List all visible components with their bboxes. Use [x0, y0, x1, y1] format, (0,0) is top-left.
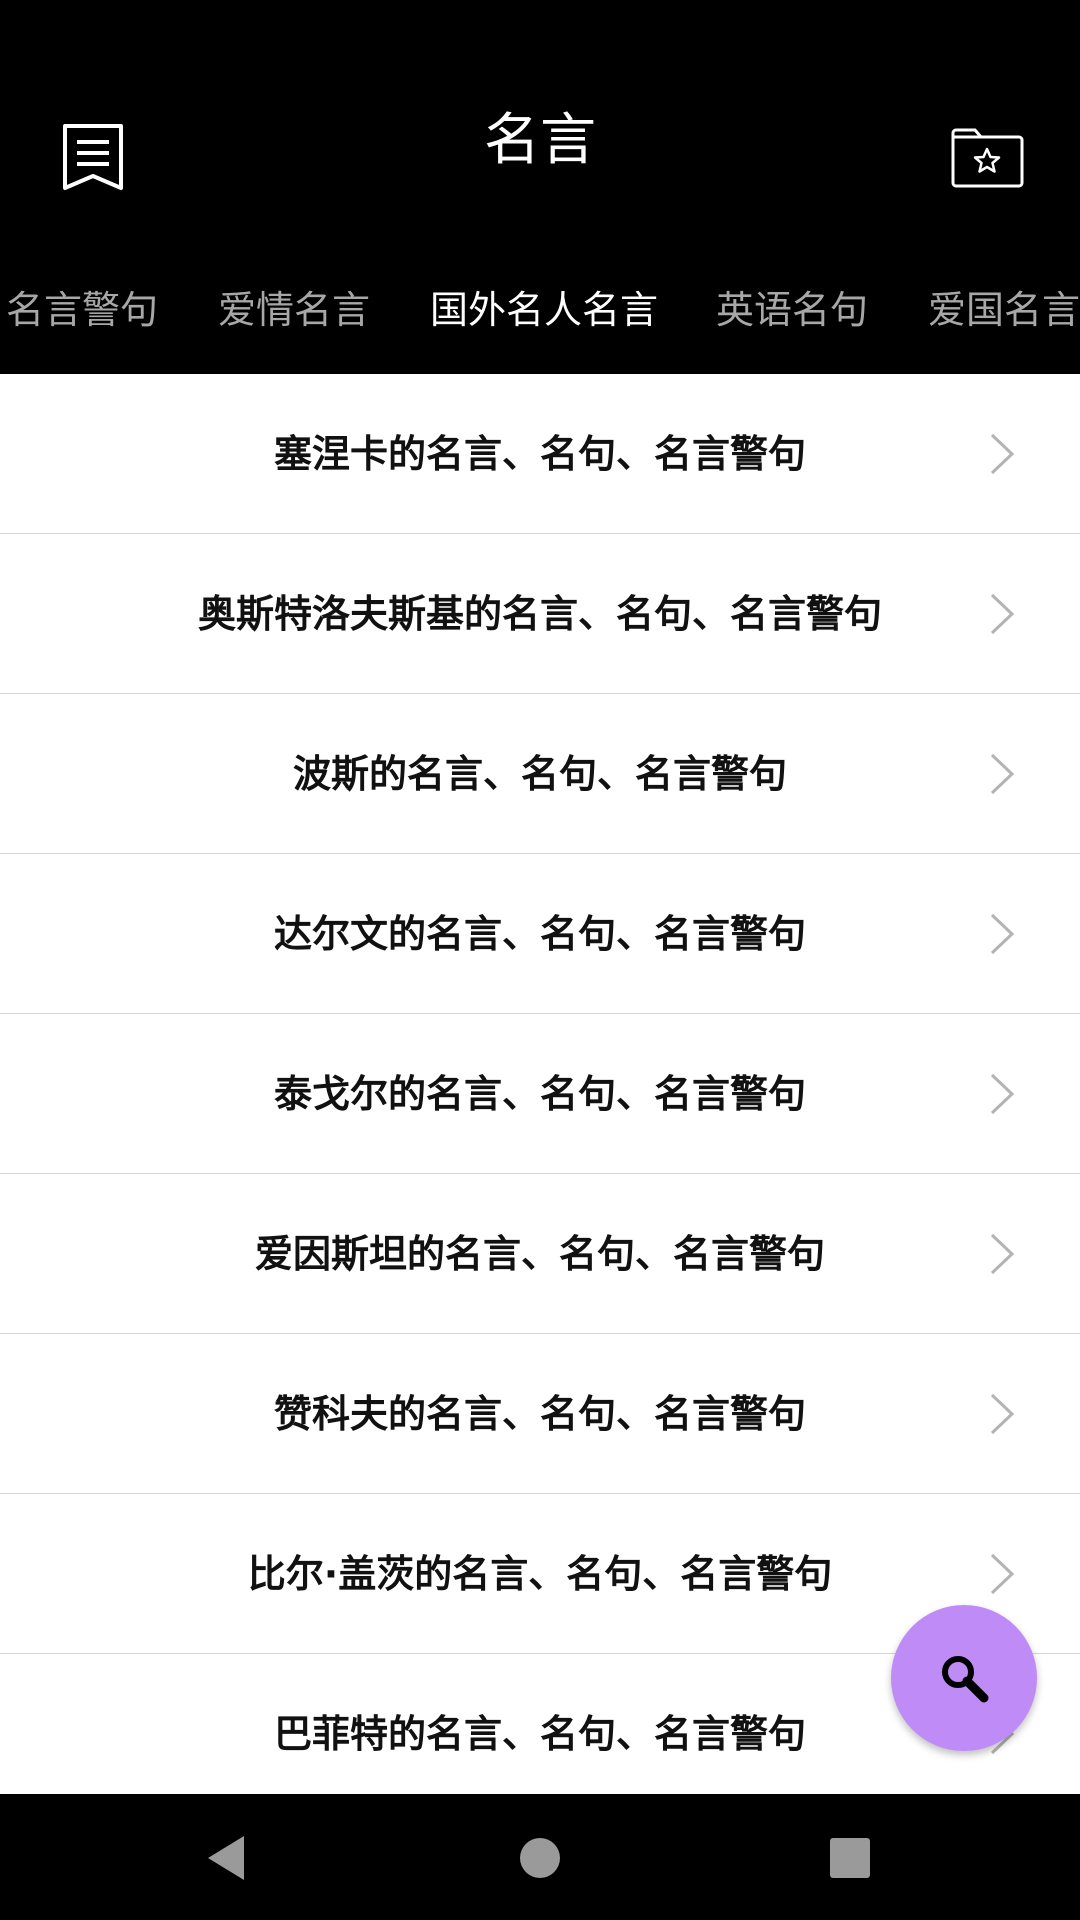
app-root: 名言 名言警句 爱情名言 国外名人名言 英语名句 爱国名言 塞涅卡的名言、名句、…: [0, 0, 1080, 1920]
nav-recents-button[interactable]: [810, 1818, 890, 1898]
list-item-title: 泰戈尔的名言、名句、名言警句: [273, 1072, 806, 1116]
list-item-title: 赞科夫的名言、名句、名言警句: [273, 1392, 806, 1436]
list-item-title: 塞涅卡的名言、名句、名言警句: [273, 432, 806, 476]
list-item[interactable]: 赞科夫的名言、名句、名言警句: [0, 1334, 1080, 1494]
favorites-button[interactable]: [942, 112, 1032, 202]
list-item-title: 奥斯特洛夫斯基的名言、名句、名言警句: [197, 592, 882, 636]
search-fab-button[interactable]: [891, 1605, 1037, 1751]
list-item[interactable]: 爱因斯坦的名言、名句、名言警句: [0, 1174, 1080, 1334]
nav-home-button[interactable]: [500, 1818, 580, 1898]
quote-author-list: 塞涅卡的名言、名句、名言警句 奥斯特洛夫斯基的名言、名句、名言警句 波斯的名言、…: [0, 374, 1080, 1794]
star-folder-icon: [951, 128, 1024, 188]
header: 名言 名言警句 爱情名言 国外名人名言 英语名句 爱国名言: [0, 0, 1080, 374]
tab-aiguo-mingyan[interactable]: 爱国名言: [928, 270, 1080, 350]
list-item[interactable]: 达尔文的名言、名句、名言警句: [0, 854, 1080, 1014]
list-item[interactable]: 奥斯特洛夫斯基的名言、名句、名言警句: [0, 534, 1080, 694]
chevron-right-icon: [990, 1553, 1015, 1595]
tab-yingyu-mingju[interactable]: 英语名句: [716, 270, 868, 350]
back-triangle-icon: [208, 1836, 244, 1880]
chevron-right-icon: [990, 913, 1015, 955]
list-item-title: 爱因斯坦的名言、名句、名言警句: [254, 1232, 825, 1276]
tab-aiqing-mingyan[interactable]: 爱情名言: [218, 270, 370, 350]
tab-mingyan-jingju[interactable]: 名言警句: [6, 270, 158, 350]
system-nav-bar: [0, 1794, 1080, 1920]
category-tabs: 名言警句 爱情名言 国外名人名言 英语名句 爱国名言: [0, 270, 1080, 350]
chevron-right-icon: [990, 753, 1015, 795]
list-item-title: 达尔文的名言、名句、名言警句: [273, 912, 806, 956]
chevron-right-icon: [990, 1393, 1015, 1435]
chevron-right-icon: [990, 433, 1015, 475]
tab-guowai-mingren-mingyan[interactable]: 国外名人名言: [430, 270, 658, 350]
recents-square-icon: [830, 1838, 870, 1878]
search-icon: [942, 1656, 989, 1703]
chevron-right-icon: [990, 593, 1015, 635]
list-item[interactable]: 泰戈尔的名言、名句、名言警句: [0, 1014, 1080, 1174]
nav-back-button[interactable]: [186, 1818, 266, 1898]
page-title: 名言: [484, 108, 596, 173]
chevron-right-icon: [990, 1233, 1015, 1275]
chevron-right-icon: [990, 1073, 1015, 1115]
list-item-title: 波斯的名言、名句、名言警句: [292, 752, 787, 796]
list-item[interactable]: 波斯的名言、名句、名言警句: [0, 694, 1080, 854]
home-circle-icon: [520, 1838, 560, 1878]
list-item[interactable]: 塞涅卡的名言、名句、名言警句: [0, 374, 1080, 534]
